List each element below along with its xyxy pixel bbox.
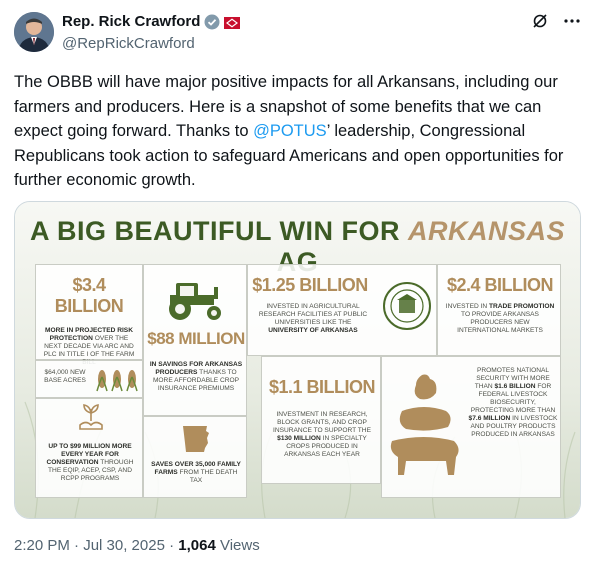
amount-88m: $88 MILLION	[147, 329, 245, 348]
arkansas-flag-icon	[224, 16, 241, 29]
cell-livestock-biosecurity: PROMOTES NATIONAL SECURITY WITH MORE THA…	[381, 356, 561, 498]
tractor-icon	[169, 283, 221, 320]
cell-death-tax: SAVES OVER 35,000 FAMILY FARMS FROM THE …	[143, 416, 247, 498]
amount-1-1b: $1.1 BILLION	[268, 377, 376, 397]
cell-conservation: UP TO $99 MILLION MORE EVERY YEAR FOR CO…	[35, 398, 143, 498]
cell-text: SAVES OVER 35,000 FAMILY FARMS FROM THE …	[148, 461, 244, 485]
cell-text-normal: INVESTMENT IN RESEARCH, BLOCK GRANTS, AN…	[273, 411, 371, 434]
author-name[interactable]: Rep. Rick Crawford	[62, 13, 200, 30]
cell-text-bold: TRADE PROMOTION	[489, 303, 555, 310]
cell-crop-insurance: $88 MILLION IN SAVINGS FOR ARKANSAS PROD…	[143, 264, 247, 416]
livestock-stack-icon	[390, 374, 459, 475]
cell-research-facilities: $1.25 BILLION INVESTED IN AGRICULTURAL R…	[247, 264, 437, 356]
cell-text: PROMOTES NATIONAL SECURITY WITH MORE THA…	[468, 367, 558, 439]
more-icon[interactable]	[563, 12, 581, 35]
verified-badge-icon	[204, 14, 220, 30]
cell-text: INVESTED IN TRADE PROMOTION TO PROVIDE A…	[444, 303, 556, 335]
cell-text-normal: INVESTED IN AGRICULTURAL RESEARCH FACILI…	[258, 303, 368, 326]
tweet-text: The OBBB will have major positive impact…	[14, 70, 579, 193]
cell-specialty-crops: $1.1 BILLION INVESTMENT IN RESEARCH, BLO…	[261, 356, 381, 484]
cell-text-bold: $1.6 BILLION	[494, 383, 536, 390]
title-main: A BIG BEAUTIFUL WIN FOR	[30, 216, 408, 246]
amount-3-4b: $3.4 BILLION	[54, 275, 124, 316]
cell-text: IN SAVINGS FOR ARKANSAS PRODUCERS THANKS…	[148, 361, 244, 393]
arkansas-map-icon	[183, 426, 209, 452]
timestamp[interactable]: 2:20 PM · Jul 30, 2025 ·	[14, 537, 178, 554]
cell-text-bold: $7.6 MILLION	[468, 415, 511, 422]
cell-text-normal: FROM THE DEATH TAX	[177, 469, 238, 484]
cell-text-normal: INVESTED IN	[445, 303, 489, 310]
cell-trade-promotion: $2.4 BILLION INVESTED IN TRADE PROMOTION…	[437, 264, 561, 356]
mention-link[interactable]: @POTUS	[253, 122, 327, 140]
cell-text-bold: $130 MILLION	[277, 435, 321, 442]
views-count: 1,064	[178, 537, 216, 554]
corn-icon	[96, 370, 138, 392]
amount-2-4b: $2.4 BILLION	[446, 275, 554, 295]
cell-base-acres: $64,000 NEW BASE ACRES	[35, 360, 143, 398]
cell-text-normal: TO PROVIDE ARKANSAS PRODUCERS NEW INTERN…	[457, 311, 543, 334]
base-acres-text: $64,000 NEW BASE ACRES	[44, 369, 86, 384]
author-handle[interactable]: @RepRickCrawford	[62, 35, 195, 52]
views-label: Views	[215, 537, 260, 554]
tweet-metadata: 2:20 PM · Jul 30, 2025 · 1,064 Views	[14, 537, 260, 554]
amount-1-25b: $1.25 BILLION	[252, 275, 368, 295]
cell-text: INVESTED IN AGRICULTURAL RESEARCH FACILI…	[254, 303, 372, 335]
author-row: Rep. Rick Crawford	[62, 13, 241, 30]
avatar[interactable]	[14, 12, 54, 52]
cell-text: INVESTMENT IN RESEARCH, BLOCK GRANTS, AN…	[268, 411, 376, 459]
grok-icon[interactable]	[531, 12, 549, 35]
cell-risk-protection: $3.4 BILLION MORE IN PROJECTED RISK PROT…	[35, 264, 143, 366]
cell-text: UP TO $99 MILLION MORE EVERY YEAR FOR CO…	[40, 443, 140, 483]
title-accent: ARKANSAS	[407, 216, 565, 246]
tweet-image[interactable]: A BIG BEAUTIFUL WIN FOR ARKANSAS AG $3.4…	[14, 201, 581, 519]
cell-text-bold: UNIVERSITY OF ARKANSAS	[268, 327, 358, 334]
plant-hand-icon	[79, 404, 103, 430]
university-seal-icon	[383, 282, 431, 330]
